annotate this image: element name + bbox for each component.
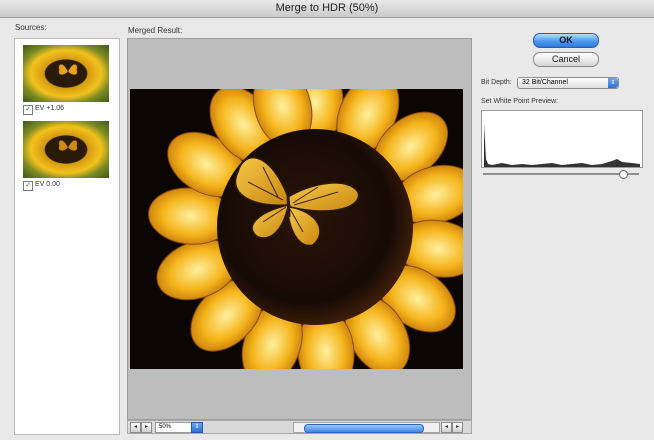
chevron-up-down-icon[interactable]: ⇕: [191, 422, 203, 433]
sources-panel: ✓ EV +1.06 ✓ EV 0.00: [14, 38, 120, 435]
sunflower-butterfly-image: [130, 89, 463, 369]
source-1-checkbox[interactable]: ✓: [23, 105, 33, 115]
source-thumbnail-2[interactable]: [23, 121, 109, 178]
chevron-up-down-icon: ⇕: [608, 78, 618, 88]
zoom-field[interactable]: 50%: [155, 422, 194, 433]
merged-result-image: [130, 89, 463, 369]
source-thumbnail-1[interactable]: [23, 45, 109, 102]
merged-result-label: Merged Result:: [128, 26, 183, 35]
zoom-in-button[interactable]: ▸: [141, 422, 152, 433]
zoom-out-button[interactable]: ◂: [130, 422, 141, 433]
white-point-histogram: [481, 110, 643, 168]
horizontal-scroll-thumb[interactable]: [304, 424, 424, 433]
histogram-graph: [484, 123, 640, 167]
preview-scrollbar: ◂ ▸ 50% ⇕ ◂ ▸: [127, 420, 472, 434]
source-2-checkbox[interactable]: ✓: [23, 181, 33, 191]
white-point-slider[interactable]: [483, 170, 639, 179]
horizontal-scroll-track[interactable]: [293, 422, 440, 433]
arrow-right-icon[interactable]: ▸: [452, 422, 463, 433]
arrow-left-icon[interactable]: ◂: [441, 422, 452, 433]
window-title: Merge to HDR (50%): [0, 0, 654, 18]
bit-depth-label: Bit Depth:: [481, 79, 512, 86]
merged-result-preview: [127, 38, 472, 420]
source-2-ev-label: EV 0.00: [35, 181, 60, 188]
white-point-slider-knob[interactable]: [619, 170, 629, 179]
butterfly-icon: [58, 63, 78, 76]
merge-to-hdr-dialog: Merge to HDR (50%) Sources: ✓ EV +1.06 ✓…: [0, 0, 654, 440]
cancel-button[interactable]: Cancel: [533, 52, 599, 67]
bit-depth-value: 32 Bit/Channel: [522, 79, 568, 86]
white-point-label: Set White Point Preview:: [481, 98, 559, 105]
butterfly-icon: [58, 139, 78, 152]
source-1-ev-label: EV +1.06: [35, 105, 64, 112]
bit-depth-select[interactable]: 32 Bit/Channel ⇕: [517, 77, 619, 89]
sources-label: Sources:: [15, 23, 47, 32]
ok-button[interactable]: OK: [533, 33, 599, 48]
